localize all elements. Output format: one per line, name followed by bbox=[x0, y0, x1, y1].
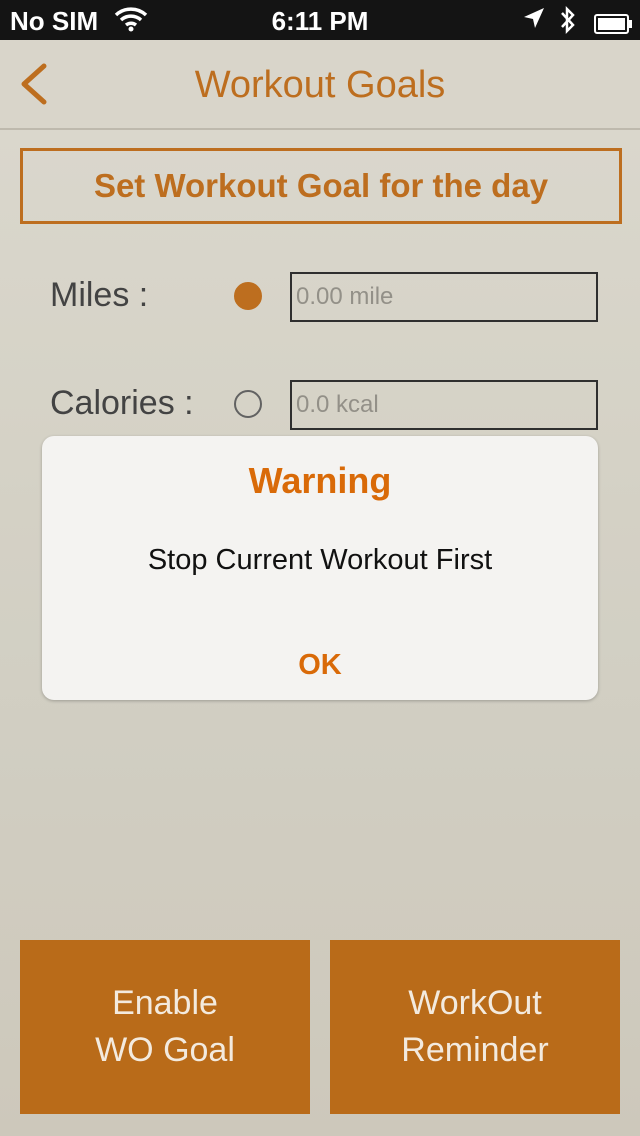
warning-alert: Warning Stop Current Workout First OK bbox=[42, 436, 598, 700]
alert-message: Stop Current Workout First bbox=[147, 544, 493, 576]
alert-ok-button[interactable]: OK bbox=[222, 641, 418, 689]
alert-title: Warning bbox=[248, 460, 392, 501]
